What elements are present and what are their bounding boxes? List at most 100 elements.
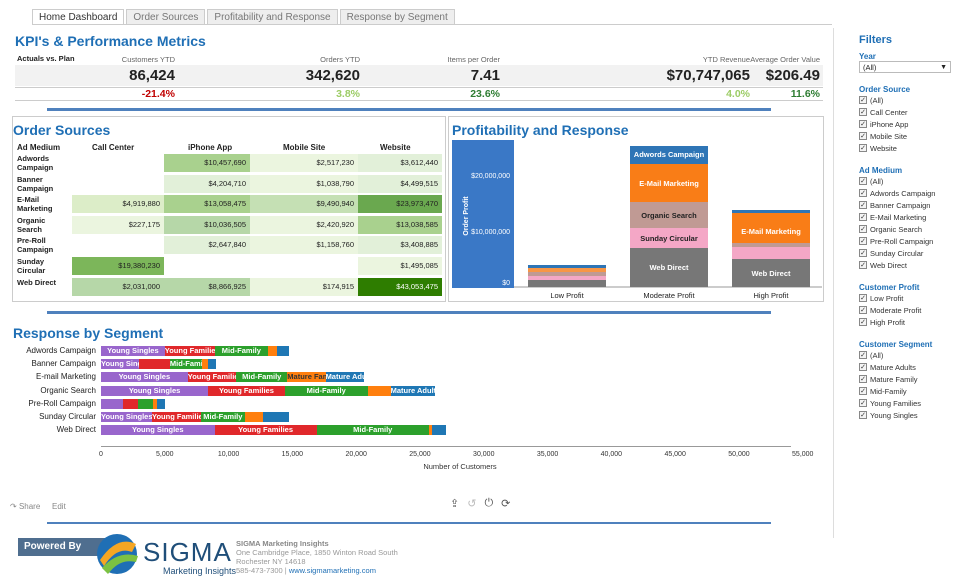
segment-bar[interactable]: Young Singles <box>101 359 140 370</box>
checkbox-icon[interactable]: ✓ <box>859 213 867 221</box>
segment-bar[interactable] <box>432 425 447 436</box>
filter-item[interactable]: ✓ Mid-Family <box>859 385 951 397</box>
filter-item[interactable]: ✓ Low Profit <box>859 292 951 304</box>
power-icon[interactable]: ⏻ <box>484 497 493 510</box>
os-cell[interactable]: $8,866,925 <box>164 277 250 296</box>
checkbox-icon[interactable]: ✓ <box>859 237 867 245</box>
checkbox-icon[interactable]: ✓ <box>859 261 867 269</box>
os-cell[interactable]: $23,973,470 <box>358 195 442 214</box>
segment-bar[interactable]: Young Families <box>152 412 201 422</box>
filter-item[interactable]: ✓ Banner Campaign <box>859 199 951 211</box>
segment-bar[interactable] <box>122 398 138 409</box>
os-cell[interactable]: $9,490,940 <box>250 195 358 214</box>
filter-item[interactable]: ✓ E-Mail Marketing <box>859 211 951 223</box>
os-cell[interactable]: $10,036,505 <box>164 215 250 234</box>
os-cell[interactable]: $43,053,475 <box>358 277 442 296</box>
os-cell[interactable]: $1,495,085 <box>358 257 442 275</box>
filter-item[interactable]: ✓ Web Direct <box>859 259 951 271</box>
os-cell[interactable]: $4,499,515 <box>358 174 442 193</box>
os-cell[interactable] <box>72 174 164 193</box>
segment-bar[interactable]: Young Singles <box>101 412 153 422</box>
os-cell[interactable]: $3,408,885 <box>358 236 442 255</box>
checkbox-icon[interactable]: ✓ <box>859 351 867 359</box>
edit-link[interactable]: Edit <box>52 502 66 511</box>
os-cell[interactable]: $2,517,230 <box>250 154 358 172</box>
checkbox-icon[interactable]: ✓ <box>859 189 867 197</box>
filter-item[interactable]: ✓ Website <box>859 142 951 154</box>
segment-bar[interactable]: Young Families <box>208 385 285 396</box>
segment-bar[interactable] <box>263 412 289 422</box>
os-cell[interactable] <box>250 257 358 275</box>
segment-bar[interactable]: Mid-Family <box>316 425 429 436</box>
segment-bar[interactable] <box>367 385 391 396</box>
segment-bar[interactable] <box>157 398 165 409</box>
tab-profitability[interactable]: Profitability and Response <box>207 9 338 25</box>
segment-bar[interactable]: Young Singles <box>101 425 215 436</box>
segment-bar[interactable] <box>208 359 216 370</box>
checkbox-icon[interactable]: ✓ <box>859 387 867 395</box>
tab-home-dashboard[interactable]: Home Dashboard <box>32 9 125 25</box>
os-cell[interactable]: $174,915 <box>250 277 358 296</box>
checkbox-icon[interactable]: ✓ <box>859 399 867 407</box>
checkbox-icon[interactable]: ✓ <box>859 306 867 314</box>
filter-item[interactable]: ✓ Mature Adults <box>859 361 951 373</box>
segment-bar[interactable]: Young Singles <box>101 346 165 356</box>
segment-bar[interactable]: Mid-Family <box>284 385 368 396</box>
segment-bar[interactable] <box>277 346 289 356</box>
filter-item[interactable]: ✓ Sunday Circular <box>859 247 951 259</box>
segment-bar[interactable]: Young Families <box>214 425 317 436</box>
tab-order-sources[interactable]: Order Sources <box>126 9 206 25</box>
filter-item[interactable]: ✓ Adwords Campaign <box>859 187 951 199</box>
os-cell[interactable]: $2,647,840 <box>164 236 250 255</box>
checkbox-icon[interactable]: ✓ <box>859 411 867 419</box>
share-link[interactable]: ↷ Share <box>10 502 40 511</box>
segment-bar[interactable]: Mature Family <box>287 372 326 383</box>
high-profit-bar[interactable]: E-Mail Marketing Web Direct <box>732 210 810 287</box>
undo-icon[interactable]: ↺ <box>467 497 476 510</box>
os-cell[interactable]: $1,038,790 <box>250 174 358 193</box>
export-icon[interactable]: ⇪ <box>450 497 459 510</box>
segment-bar[interactable]: Mid-Family <box>236 372 288 383</box>
os-cell[interactable]: $3,612,440 <box>358 154 442 172</box>
tab-response-by-segment[interactable]: Response by Segment <box>339 9 455 25</box>
checkbox-icon[interactable]: ✓ <box>859 177 867 185</box>
filter-item[interactable]: ✓ High Profit <box>859 316 951 328</box>
os-cell[interactable]: $13,058,475 <box>164 195 250 214</box>
segment-bar[interactable]: Young Families <box>187 372 237 383</box>
segment-bar[interactable]: Young Singles <box>101 385 209 396</box>
refresh-icon[interactable]: ⟳ <box>501 497 510 510</box>
checkbox-icon[interactable]: ✓ <box>859 120 867 128</box>
segment-bar[interactable]: Mid-Family <box>214 346 269 356</box>
segment-bar[interactable]: Mature Adults <box>325 372 364 383</box>
segment-bar[interactable]: Mid-Family <box>200 412 246 422</box>
filter-item[interactable]: ✓ Mature Family <box>859 373 951 385</box>
checkbox-icon[interactable]: ✓ <box>859 363 867 371</box>
os-cell[interactable]: $1,158,760 <box>250 236 358 255</box>
checkbox-icon[interactable]: ✓ <box>859 96 867 104</box>
segment-bar[interactable] <box>101 398 123 409</box>
moderate-profit-bar[interactable]: Adwords Campaign E-Mail Marketing Organi… <box>630 146 708 287</box>
segment-bar[interactable]: Mid-Family <box>169 359 202 370</box>
filter-item[interactable]: ✓ Young Singles <box>859 409 951 421</box>
checkbox-icon[interactable]: ✓ <box>859 108 867 116</box>
os-cell[interactable]: $19,380,230 <box>72 257 164 275</box>
filter-item[interactable]: ✓ (All) <box>859 175 951 187</box>
year-dropdown[interactable]: (All) ▼ <box>859 61 951 73</box>
os-cell[interactable]: $227,175 <box>72 215 164 234</box>
filter-item[interactable]: ✓ (All) <box>859 349 951 361</box>
segment-bar[interactable]: Young Singles <box>101 372 188 383</box>
low-profit-bar[interactable] <box>528 265 606 287</box>
os-cell[interactable]: $10,457,690 <box>164 154 250 172</box>
segment-bar[interactable]: Mature Adults <box>390 385 436 396</box>
segment-bar[interactable] <box>138 398 154 409</box>
website-link[interactable]: www.sigmamarketing.com <box>289 566 376 575</box>
checkbox-icon[interactable]: ✓ <box>859 225 867 233</box>
checkbox-icon[interactable]: ✓ <box>859 375 867 383</box>
os-cell[interactable]: $4,919,880 <box>72 195 164 214</box>
os-cell[interactable]: $2,420,920 <box>250 215 358 234</box>
filter-item[interactable]: ✓ Pre-Roll Campaign <box>859 235 951 247</box>
filter-item[interactable]: ✓ Call Center <box>859 106 951 118</box>
segment-bar[interactable] <box>245 412 264 422</box>
filter-item[interactable]: ✓ Mobile Site <box>859 130 951 142</box>
checkbox-icon[interactable]: ✓ <box>859 201 867 209</box>
